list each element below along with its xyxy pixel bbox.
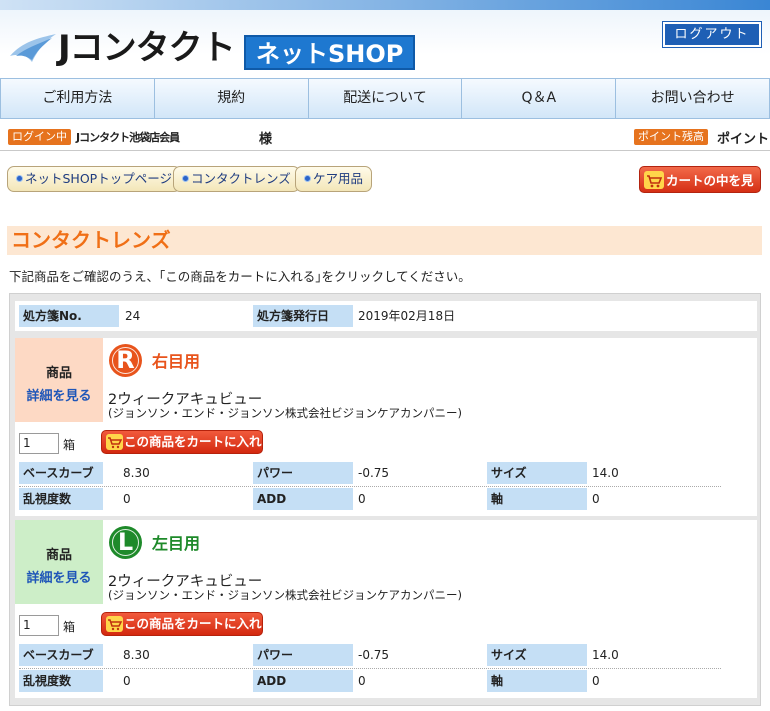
- nav-item-usage[interactable]: ご利用方法: [1, 79, 155, 118]
- prescription-row: 処方箋No. 24 処方箋発行日 2019年02月18日: [15, 301, 757, 331]
- bird-logo-icon: [10, 34, 56, 62]
- login-status-bar: ログイン中 Jコンタクト池袋店会員 様 ポイント残高 ポイント: [0, 126, 770, 148]
- product-maker: (ジョンソン・エンド・ジョンソン株式会社ビジョンケアカンパニー): [108, 406, 462, 420]
- right-eye-icon: R: [109, 344, 142, 377]
- spec-power-label: パワー: [253, 644, 353, 666]
- divider: [0, 150, 770, 151]
- subnav-contact-lens[interactable]: コンタクトレンズ: [173, 166, 300, 192]
- product-side-cell: 商品 詳細を見る: [15, 338, 103, 422]
- nav-item-shipping[interactable]: 配送について: [308, 79, 463, 118]
- detail-link[interactable]: 詳細を見る: [15, 385, 103, 404]
- spec-cyl-label: 乱視度数: [19, 488, 103, 510]
- spec-divider: [19, 668, 721, 669]
- detail-link[interactable]: 詳細を見る: [15, 567, 103, 586]
- spec-bc-value: 8.30: [123, 648, 150, 662]
- header-top-bar: [0, 0, 770, 10]
- prescription-no-label: 処方箋No.: [19, 305, 119, 327]
- eye-ring: [112, 347, 139, 374]
- cart-icon: [106, 434, 123, 450]
- logo-badge: ネットSHOP: [244, 35, 416, 70]
- product-right: 商品 詳細を見る R 右目用 2ウィークアキュビュー (ジョンソン・エンド・ジョ…: [15, 338, 757, 516]
- product-panel: 処方箋No. 24 処方箋発行日 2019年02月18日 商品 詳細を見る R …: [9, 293, 761, 706]
- section-heading: コンタクトレンズ: [7, 226, 762, 255]
- nav-item-terms[interactable]: 規約: [154, 79, 309, 118]
- spec-axis-label: 軸: [487, 670, 587, 692]
- spec-cyl-value: 0: [123, 674, 131, 688]
- spec-bc-value: 8.30: [123, 466, 150, 480]
- subnav-care-products[interactable]: ケア用品: [295, 166, 373, 192]
- eye-ring: [112, 529, 139, 556]
- product-side-cell: 商品 詳細を見る: [15, 520, 103, 604]
- spec-size-label: サイズ: [487, 462, 587, 484]
- spec-bc-label: ベースカーブ: [19, 462, 103, 484]
- quantity-unit: 箱: [63, 438, 76, 452]
- bullet-icon: [182, 175, 189, 182]
- nav-item-faq[interactable]: Q＆A: [462, 79, 617, 118]
- spec-divider: [19, 486, 721, 487]
- spec-bc-label: ベースカーブ: [19, 644, 103, 666]
- spec-power-label: パワー: [253, 462, 353, 484]
- spec-add-label: ADD: [253, 488, 353, 510]
- view-cart-label: カートの中を見る: [666, 173, 754, 215]
- logout-button[interactable]: ログアウト: [662, 21, 762, 48]
- spec-axis-value: 0: [592, 492, 600, 506]
- member-honorific: 様: [259, 132, 273, 147]
- prescription-no-value: 24: [125, 309, 141, 323]
- spec-cyl-value: 0: [123, 492, 131, 506]
- prescription-date-label: 処方箋発行日: [253, 305, 353, 327]
- subnav-label: ネットSHOPトップページ: [25, 171, 172, 186]
- bullet-icon: [16, 175, 23, 182]
- logo-text: Jコンタクト: [58, 28, 236, 68]
- page-title: コンタクトレンズ: [11, 228, 171, 252]
- add-to-cart-button[interactable]: この商品をカートに入れる: [101, 612, 263, 653]
- bullet-icon: [304, 175, 311, 182]
- spec-size-value: 14.0: [592, 648, 619, 662]
- spec-size-value: 14.0: [592, 466, 619, 480]
- eye-label: 右目用: [152, 352, 201, 371]
- points-label: ポイント: [717, 132, 770, 147]
- add-to-cart-button[interactable]: この商品をカートに入れる: [101, 430, 263, 471]
- spec-power-value: -0.75: [358, 648, 390, 662]
- spec-axis-label: 軸: [487, 488, 587, 510]
- nav-item-contact[interactable]: お問い合わせ: [616, 79, 769, 118]
- cart-icon: [644, 171, 664, 189]
- site-header: Jコンタクト ネットSHOP ログアウト: [0, 0, 770, 78]
- spec-size-label: サイズ: [487, 644, 587, 666]
- subnav-label: ケア用品: [313, 171, 364, 186]
- spec-power-value: -0.75: [358, 466, 390, 480]
- product-maker: (ジョンソン・エンド・ジョンソン株式会社ビジョンケアカンパニー): [108, 588, 462, 602]
- prescription-date-value: 2019年02月18日: [358, 309, 456, 323]
- points-balance-badge: ポイント残高: [634, 129, 708, 145]
- spec-axis-value: 0: [592, 674, 600, 688]
- subnav-shop-top[interactable]: ネットSHOPトップページ: [7, 166, 181, 192]
- spec-add-value: 0: [358, 674, 366, 688]
- quantity-input[interactable]: 1: [19, 433, 59, 454]
- instruction-text: 下記商品をご確認のうえ、｢この商品をカートに入れる｣をクリックしてください。: [9, 269, 471, 284]
- view-cart-button[interactable]: カートの中を見る: [639, 166, 761, 215]
- spec-add-value: 0: [358, 492, 366, 506]
- spec-cyl-label: 乱視度数: [19, 670, 103, 692]
- left-eye-icon: L: [109, 526, 142, 559]
- cart-icon: [106, 616, 123, 632]
- eye-label: 左目用: [152, 534, 201, 553]
- product-label: 商品: [45, 366, 72, 381]
- product-label: 商品: [45, 548, 72, 563]
- quantity-unit: 箱: [63, 620, 76, 634]
- spec-add-label: ADD: [253, 670, 353, 692]
- product-left: 商品 詳細を見る L 左目用 2ウィークアキュビュー (ジョンソン・エンド・ジョ…: [15, 520, 757, 698]
- main-nav: ご利用方法 規約 配送について Q＆A お問い合わせ: [0, 78, 770, 119]
- login-status-badge: ログイン中: [8, 129, 71, 145]
- subnav-label: コンタクトレンズ: [191, 171, 291, 186]
- quantity-input[interactable]: 1: [19, 615, 59, 636]
- member-store-label: Jコンタクト池袋店会員: [76, 131, 180, 144]
